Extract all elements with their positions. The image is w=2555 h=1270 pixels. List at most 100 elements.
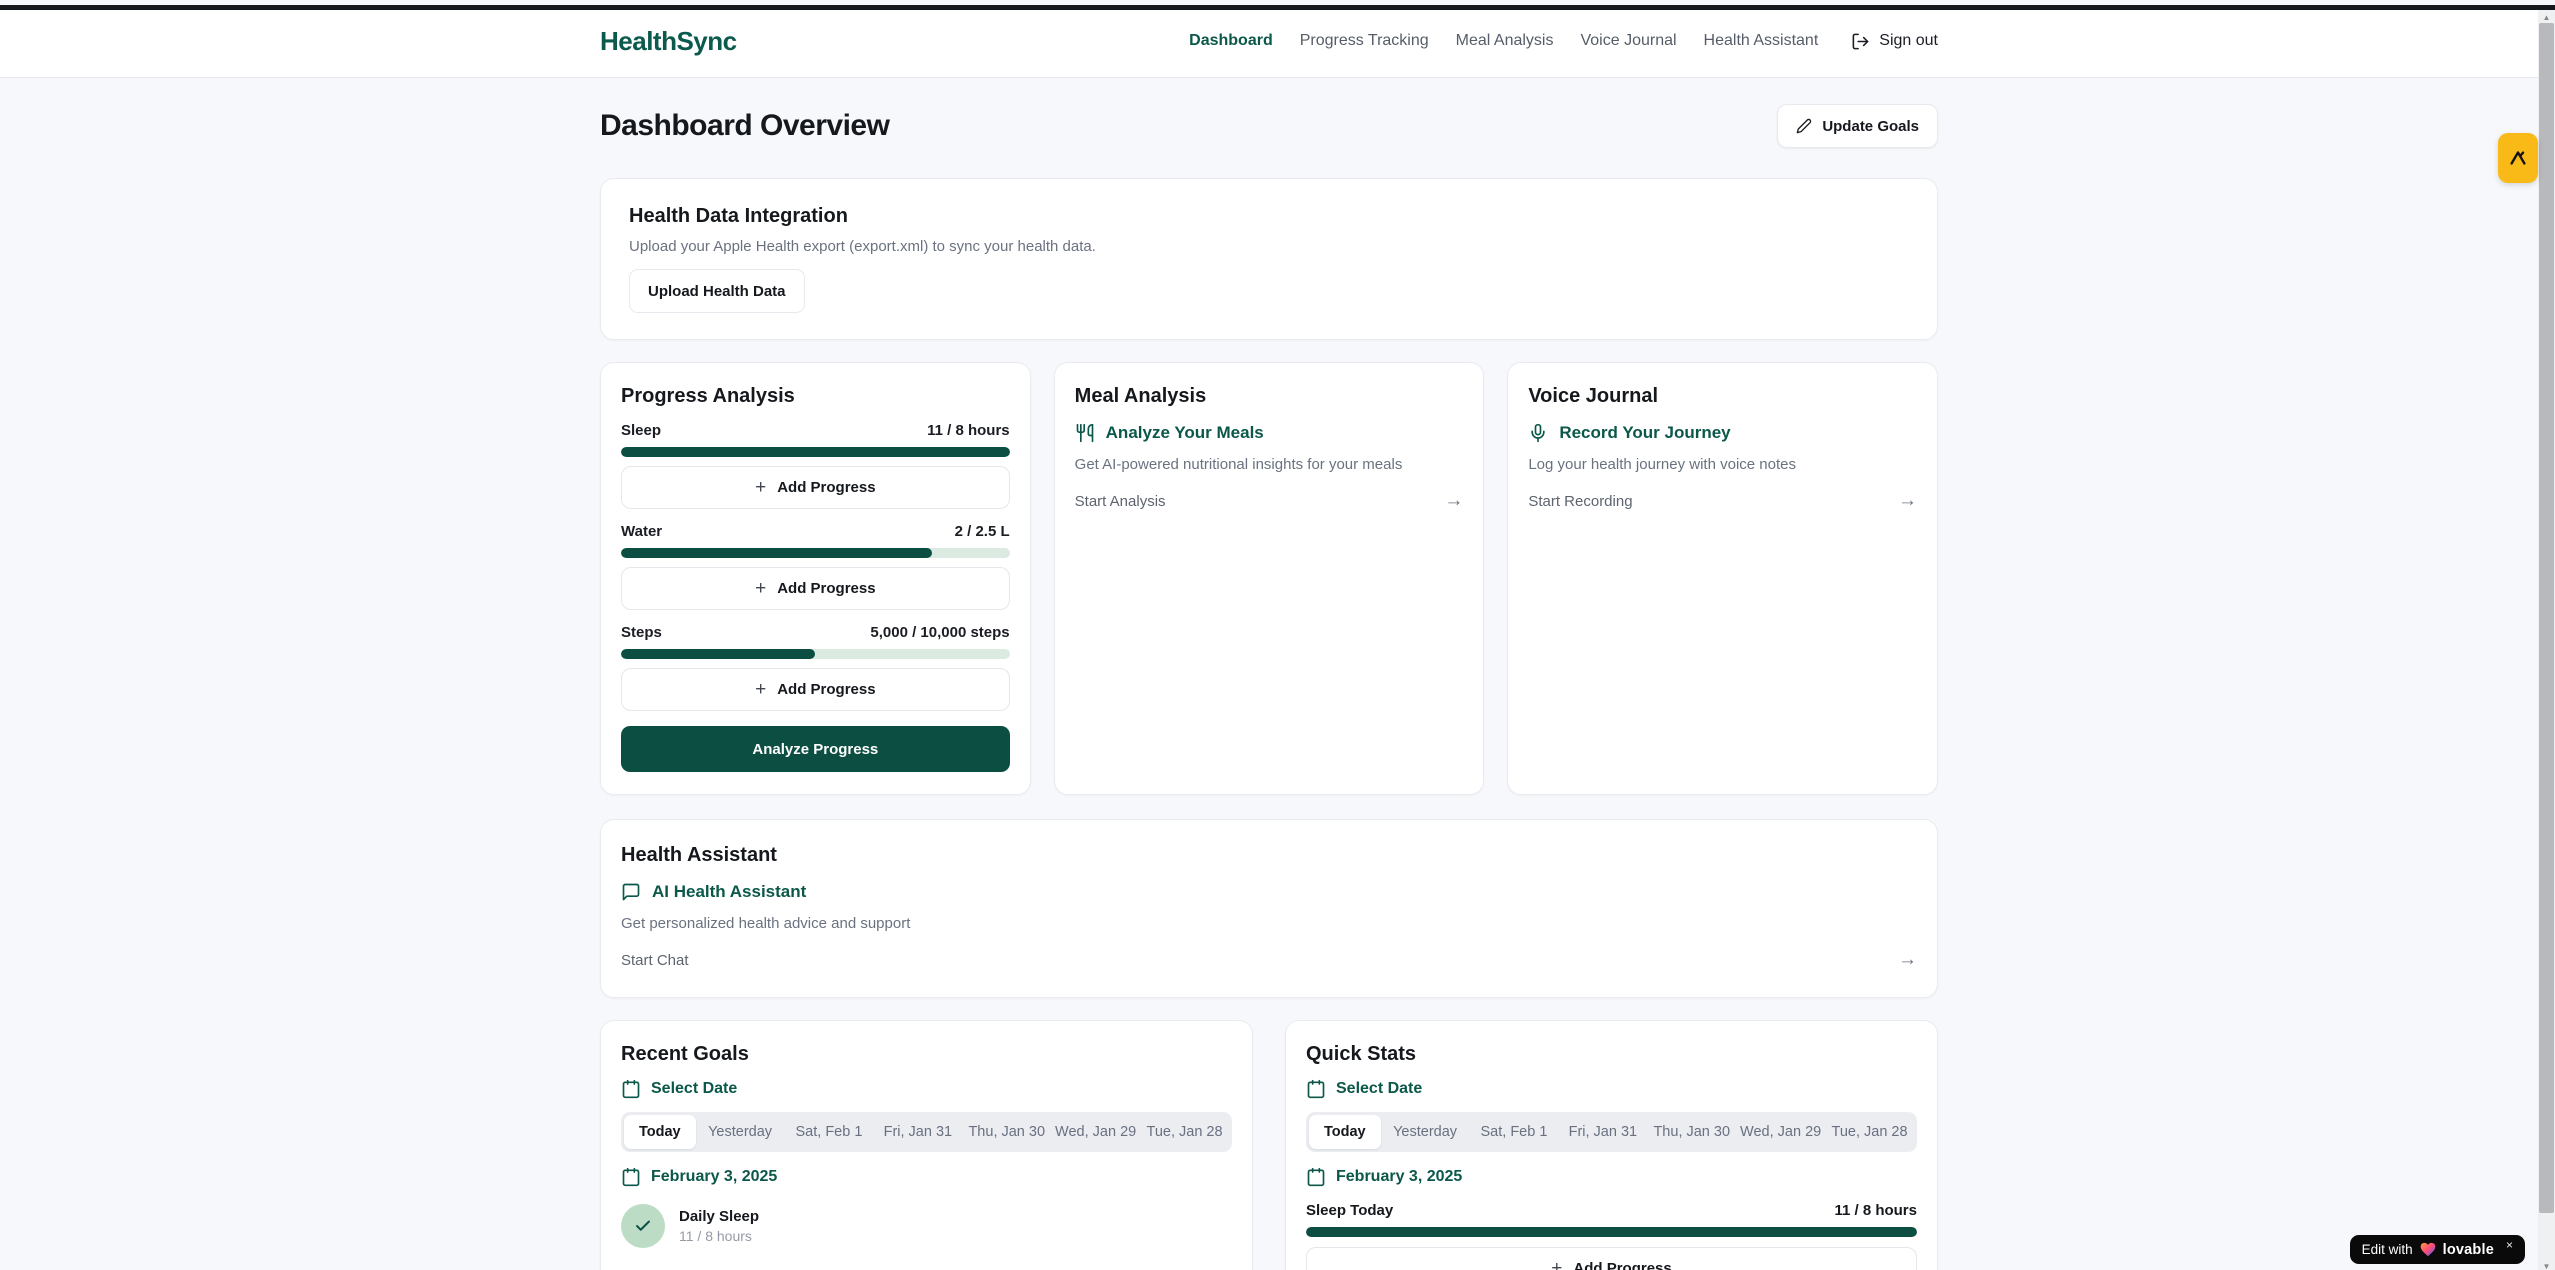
record-your-journey-label: Record Your Journey	[1559, 423, 1730, 443]
app-logo[interactable]: HealthSync	[600, 26, 737, 57]
arrow-right-icon: →	[1898, 490, 1917, 512]
calendar-icon	[621, 1079, 641, 1099]
tab-wed-jan-29[interactable]: Wed, Jan 29	[1736, 1115, 1825, 1149]
page-title: Dashboard Overview	[600, 109, 889, 143]
chat-bubble-icon	[621, 882, 641, 902]
scroll-down-arrow-icon[interactable]: ▼	[2538, 1258, 2555, 1270]
recent-goals-select-date[interactable]: Select Date	[621, 1079, 1232, 1099]
quick-stats-current-date[interactable]: February 3, 2025	[1306, 1167, 1917, 1187]
tab-tue-jan-28[interactable]: Tue, Jan 28	[1825, 1115, 1914, 1149]
update-goals-button[interactable]: Update Goals	[1777, 104, 1938, 148]
tab-tue-jan-28[interactable]: Tue, Jan 28	[1140, 1115, 1229, 1149]
logout-icon	[1851, 32, 1870, 51]
meal-description: Get AI-powered nutritional insights for …	[1075, 456, 1464, 473]
steps-label: Steps	[621, 624, 662, 641]
integration-description: Upload your Apple Health export (export.…	[629, 238, 1909, 255]
nav-dashboard[interactable]: Dashboard	[1189, 32, 1273, 50]
pencil-icon	[1796, 118, 1812, 134]
analyze-progress-button[interactable]: Analyze Progress	[621, 726, 1010, 772]
add-water-progress-button[interactable]: + Add Progress	[621, 567, 1010, 610]
start-chat-link[interactable]: Start Chat →	[621, 949, 1917, 971]
calendar-icon	[1306, 1167, 1326, 1187]
plus-icon: +	[755, 579, 766, 598]
nav-health-assistant[interactable]: Health Assistant	[1704, 32, 1819, 50]
sign-out-button[interactable]: Sign out	[1851, 32, 1938, 51]
start-chat-label: Start Chat	[621, 952, 689, 969]
arrow-right-icon: →	[1444, 490, 1463, 512]
analyze-your-meals-label: Analyze Your Meals	[1106, 423, 1264, 443]
current-date-label: February 3, 2025	[1336, 1168, 1462, 1186]
metric-water: Water 2 / 2.5 L + Add Progress	[621, 523, 1010, 610]
analyze-your-meals-link[interactable]: Analyze Your Meals	[1075, 423, 1464, 443]
health-assistant-card: Health Assistant AI Health Assistant Get…	[600, 819, 1938, 998]
quick-stats-add-progress-button[interactable]: + Add Progress	[1306, 1247, 1917, 1270]
tab-fri-jan-31[interactable]: Fri, Jan 31	[873, 1115, 962, 1149]
steps-progress-fill	[621, 649, 815, 659]
plus-icon: +	[1551, 1259, 1562, 1270]
tab-fri-jan-31[interactable]: Fri, Jan 31	[1558, 1115, 1647, 1149]
add-progress-label: Add Progress	[777, 479, 875, 496]
tab-yesterday[interactable]: Yesterday	[696, 1115, 785, 1149]
tab-today[interactable]: Today	[624, 1115, 696, 1149]
tab-wed-jan-29[interactable]: Wed, Jan 29	[1051, 1115, 1140, 1149]
ai-health-assistant-link[interactable]: AI Health Assistant	[621, 882, 1917, 902]
update-goals-label: Update Goals	[1822, 118, 1919, 135]
heart-icon	[2420, 1242, 2436, 1257]
goal-item-daily-sleep: Daily Sleep 11 / 8 hours	[621, 1204, 1232, 1248]
tab-thu-jan-30[interactable]: Thu, Jan 30	[962, 1115, 1051, 1149]
add-progress-label: Add Progress	[1573, 1260, 1671, 1270]
microphone-icon	[1528, 423, 1548, 443]
record-your-journey-link[interactable]: Record Your Journey	[1528, 423, 1917, 443]
add-steps-progress-button[interactable]: + Add Progress	[621, 668, 1010, 711]
utensils-icon	[1075, 423, 1095, 443]
water-value: 2 / 2.5 L	[955, 523, 1010, 540]
sleep-label: Sleep	[621, 422, 661, 439]
tab-today[interactable]: Today	[1309, 1115, 1381, 1149]
edit-with-lovable-badge[interactable]: Edit with lovable ×	[2350, 1235, 2525, 1264]
scrollbar[interactable]: ▲ ▼	[2538, 5, 2555, 1270]
floating-widget-badge[interactable]	[2498, 133, 2538, 183]
tab-sat-feb-1[interactable]: Sat, Feb 1	[1470, 1115, 1559, 1149]
window-top-strip	[0, 5, 2555, 10]
sleep-today-progress-bar	[1306, 1227, 1917, 1237]
tab-yesterday[interactable]: Yesterday	[1381, 1115, 1470, 1149]
add-sleep-progress-button[interactable]: + Add Progress	[621, 466, 1010, 509]
health-assistant-title: Health Assistant	[621, 844, 1917, 867]
water-label: Water	[621, 523, 662, 540]
upload-health-data-button[interactable]: Upload Health Data	[629, 269, 805, 313]
sign-out-label: Sign out	[1879, 32, 1938, 50]
progress-analysis-card: Progress Analysis Sleep 11 / 8 hours + A…	[600, 362, 1031, 795]
check-icon	[634, 1217, 652, 1235]
plus-icon: +	[755, 478, 766, 497]
assistant-description: Get personalized health advice and suppo…	[621, 915, 1917, 932]
quick-stats-select-date[interactable]: Select Date	[1306, 1079, 1917, 1099]
sleep-today-label: Sleep Today	[1306, 1202, 1393, 1219]
edit-with-label: Edit with	[2362, 1242, 2413, 1257]
steps-progress-bar	[621, 649, 1010, 659]
add-progress-label: Add Progress	[777, 681, 875, 698]
scrollbar-thumb[interactable]	[2539, 23, 2554, 1213]
goal-value: 11 / 8 hours	[679, 1228, 759, 1244]
start-analysis-link[interactable]: Start Analysis →	[1075, 490, 1464, 512]
lovable-label: lovable	[2443, 1242, 2494, 1258]
nav-progress-tracking[interactable]: Progress Tracking	[1300, 32, 1429, 50]
sleep-progress-bar	[621, 447, 1010, 457]
water-progress-fill	[621, 548, 932, 558]
start-recording-link[interactable]: Start Recording →	[1528, 490, 1917, 512]
quick-stats-date-tabs: Today Yesterday Sat, Feb 1 Fri, Jan 31 T…	[1306, 1112, 1917, 1152]
calendar-icon	[621, 1167, 641, 1187]
meal-analysis-card: Meal Analysis Analyze Your Meals Get AI-…	[1054, 362, 1485, 795]
close-icon[interactable]: ×	[2506, 1238, 2513, 1252]
tab-thu-jan-30[interactable]: Thu, Jan 30	[1647, 1115, 1736, 1149]
nav-voice-journal[interactable]: Voice Journal	[1580, 32, 1676, 50]
recent-goals-current-date[interactable]: February 3, 2025	[621, 1167, 1232, 1187]
nav-meal-analysis[interactable]: Meal Analysis	[1456, 32, 1554, 50]
select-date-label: Select Date	[1336, 1080, 1422, 1098]
quick-stats-card: Quick Stats Select Date Today Yesterday …	[1285, 1020, 1938, 1270]
recent-goals-date-tabs: Today Yesterday Sat, Feb 1 Fri, Jan 31 T…	[621, 1112, 1232, 1152]
voice-journal-card: Voice Journal Record Your Journey Log yo…	[1507, 362, 1938, 795]
voice-description: Log your health journey with voice notes	[1528, 456, 1917, 473]
integration-title: Health Data Integration	[629, 205, 1909, 228]
tab-sat-feb-1[interactable]: Sat, Feb 1	[785, 1115, 874, 1149]
ai-health-assistant-label: AI Health Assistant	[652, 882, 806, 902]
